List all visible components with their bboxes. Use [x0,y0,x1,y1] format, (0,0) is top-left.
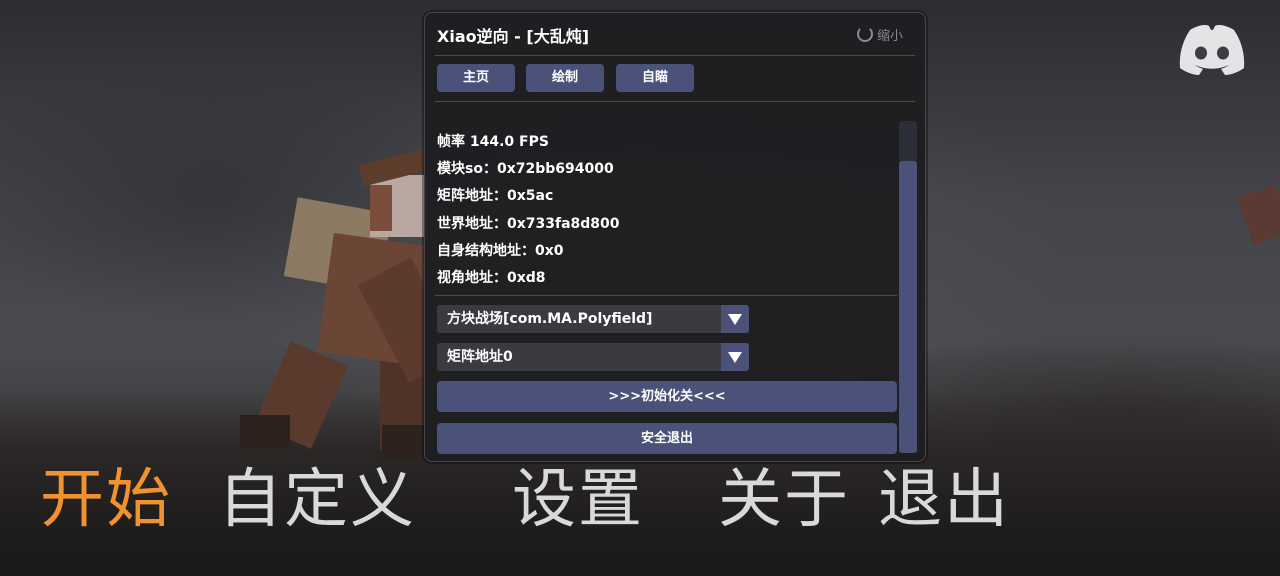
tab-home[interactable]: 主页 [437,64,515,92]
matrix-select[interactable]: 矩阵地址0 [437,343,749,371]
scrollbar-thumb[interactable] [899,161,917,453]
matrix-select-value: 矩阵地址0 [447,349,513,365]
tabs-divider [435,101,915,102]
triangle-down-icon[interactable] [721,305,749,333]
mod-menu-panel: Xiao逆向 - [大乱炖] 缩小 主页 绘制 自瞄 帧率 144.0 FPS … [424,12,926,462]
info-divider [435,295,897,296]
init-toggle-button[interactable]: >>>初始化关<<< [437,381,897,412]
module-address: 模块so：0x72bb694000 [437,161,614,178]
discord-icon[interactable] [1176,22,1248,76]
panel-title: Xiao逆向 - [大乱炖] [437,27,590,46]
menu-about[interactable]: 关于 [718,462,850,538]
menu-custom[interactable]: 自定义 [218,462,416,538]
collapse-icon [856,26,873,42]
main-menu: 开始 自定义 设置 关于 退出 [0,462,1280,538]
fps-text: 帧率 144.0 FPS [437,134,549,150]
safe-exit-button[interactable]: 安全退出 [437,423,897,454]
world-address: 世界地址：0x733fa8d800 [437,215,620,232]
tab-aimbot[interactable]: 自瞄 [616,64,694,92]
title-divider [435,55,915,56]
game-select-value: 方块战场[com.MA.Polyfield] [447,311,653,327]
panel-title-bar[interactable]: Xiao逆向 - [大乱炖] 缩小 [425,13,925,55]
menu-start[interactable]: 开始 [40,462,172,538]
self-struct-address: 自身结构地址：0x0 [437,242,564,259]
distant-figure [1236,184,1280,246]
matrix-address: 矩阵地址：0x5ac [437,188,554,205]
view-address: 视角地址：0xd8 [437,269,546,286]
tab-draw[interactable]: 绘制 [526,64,604,92]
menu-settings[interactable]: 设置 [512,462,644,538]
menu-quit[interactable]: 退出 [878,462,1010,538]
triangle-down-icon[interactable] [721,343,749,371]
collapse-button[interactable]: 缩小 [856,25,903,44]
info-list: 帧率 144.0 FPS 模块so：0x72bb694000 矩阵地址：0x5a… [437,129,620,292]
game-select[interactable]: 方块战场[com.MA.Polyfield] [437,305,749,333]
collapse-label: 缩小 [876,29,903,44]
